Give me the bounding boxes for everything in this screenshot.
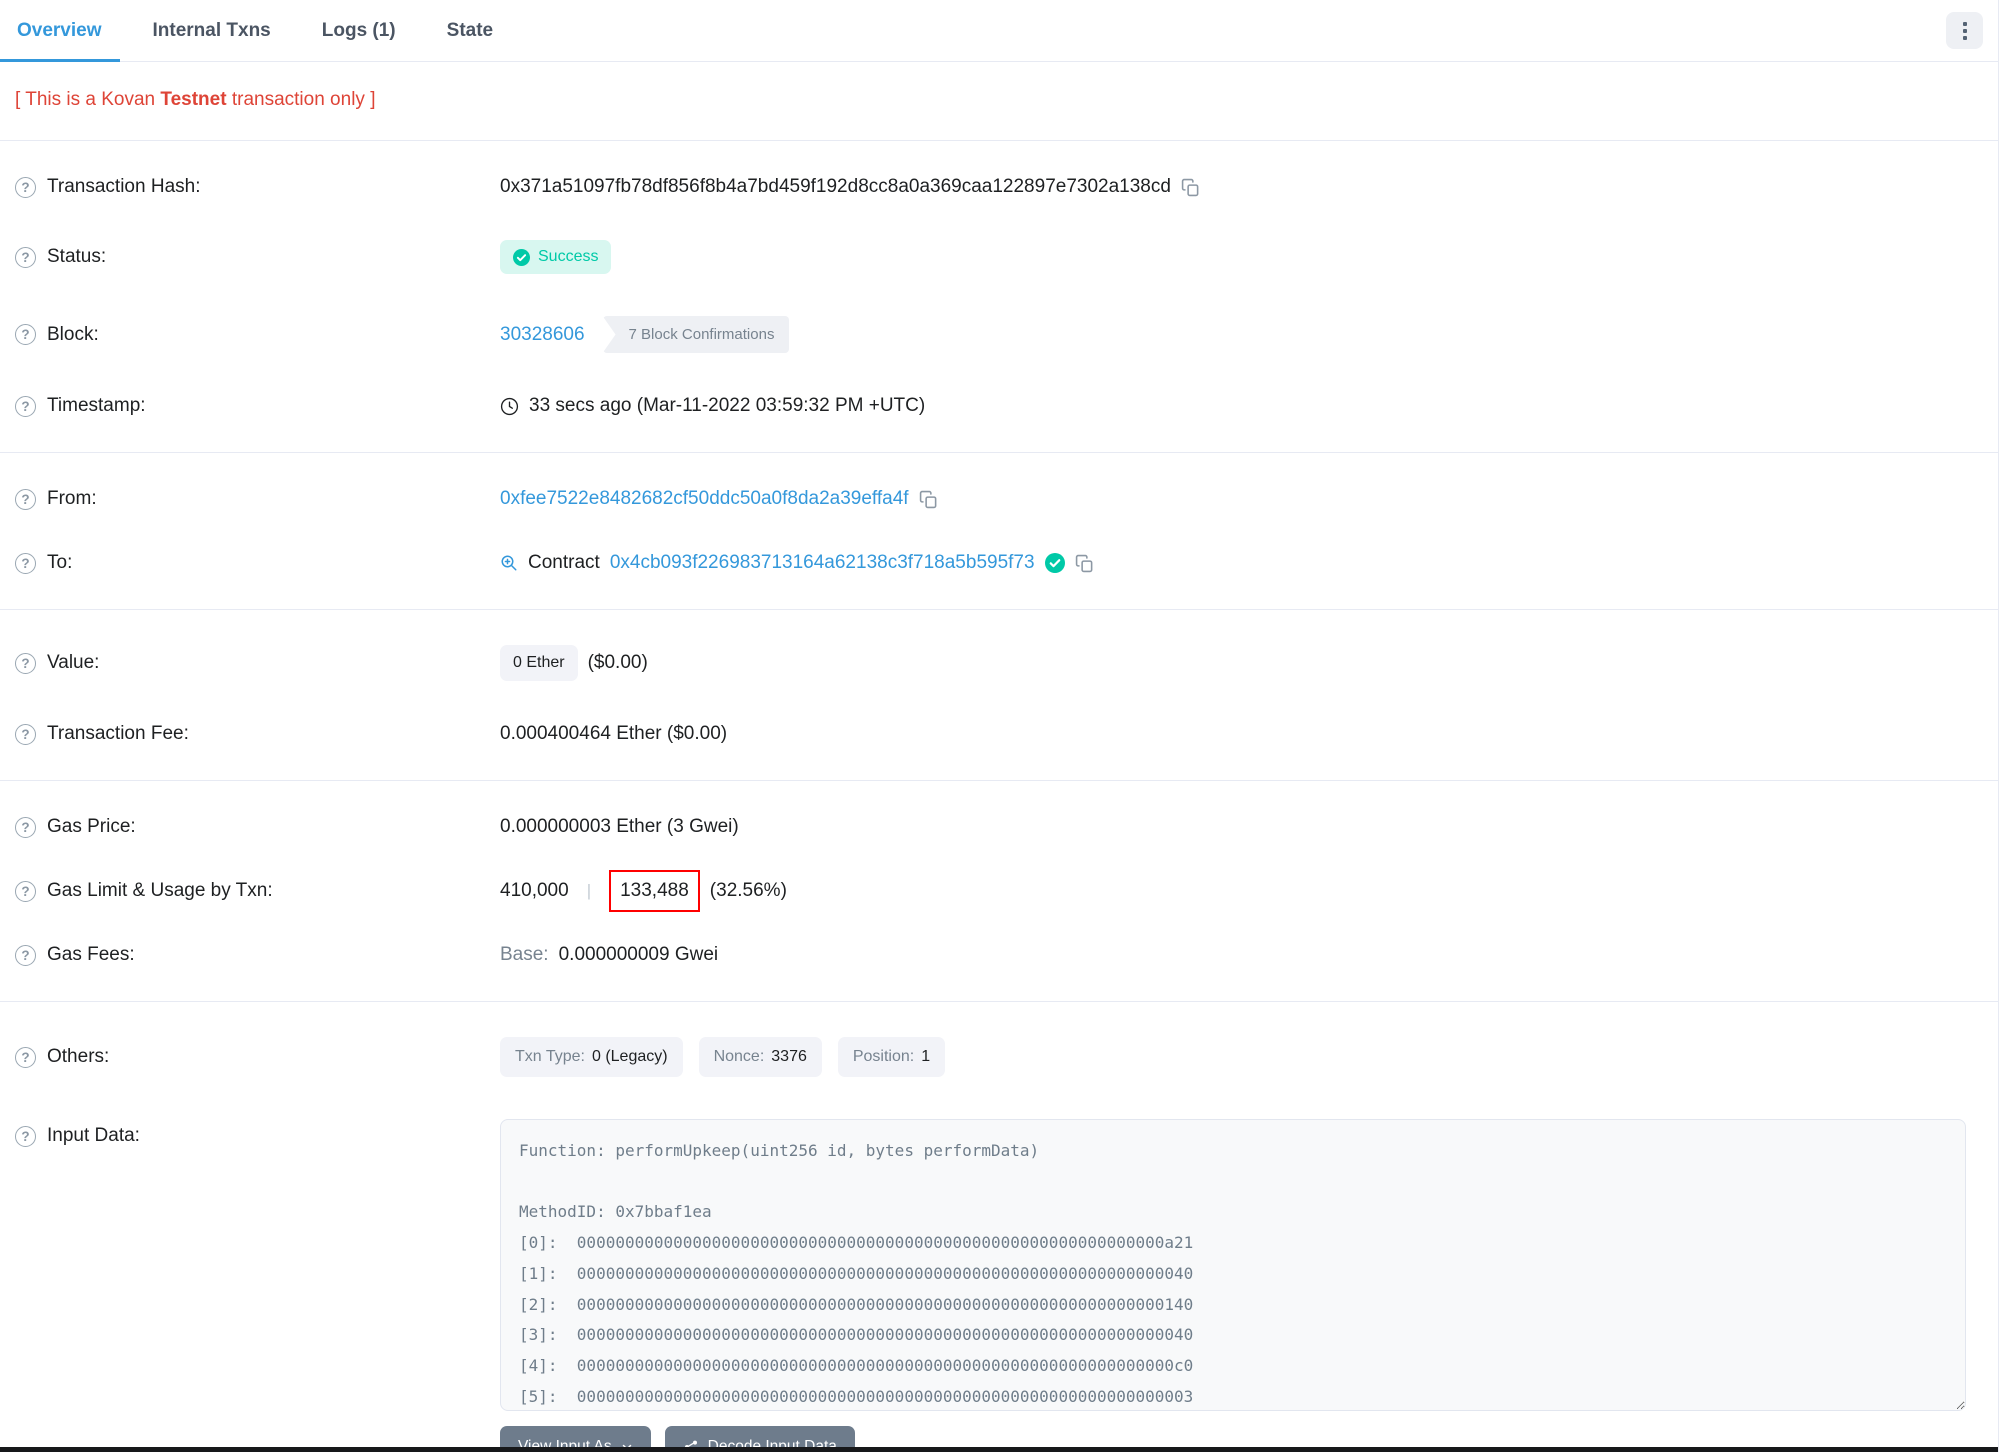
tab-logs[interactable]: Logs (1) — [320, 0, 398, 61]
gas-price-value: 0.000000003 Ether (3 Gwei) — [500, 816, 739, 837]
to-label: To: — [47, 552, 73, 573]
row-gas-fees: ? Gas Fees: Base: 0.000000009 Gwei — [15, 923, 1983, 987]
gas-separator: | — [586, 881, 592, 900]
row-block: ? Block: 30328606 7 Block Confirmations — [15, 295, 1983, 374]
kebab-icon — [1962, 35, 1967, 40]
help-icon[interactable]: ? — [15, 395, 36, 417]
to-address-link[interactable]: 0x4cb093f226983713164a62138c3f718a5b595f… — [610, 552, 1035, 574]
txn-type-badge: Txn Type: 0 (Legacy) — [500, 1037, 683, 1077]
row-timestamp: ? Timestamp: 33 secs ago (Mar-11-2022 03… — [15, 374, 1983, 438]
more-options-button[interactable] — [1946, 12, 1983, 49]
clock-icon — [500, 397, 519, 416]
ether-value-badge: 0 Ether — [500, 645, 578, 681]
base-fee-label: Base: — [500, 944, 549, 965]
usd-value: ($0.00) — [587, 652, 648, 673]
position-value: 1 — [921, 1048, 931, 1065]
copy-icon[interactable] — [1181, 178, 1200, 197]
row-to: ? To: Contract 0x4cb093f226983713164a621… — [15, 531, 1983, 595]
help-icon[interactable]: ? — [15, 723, 36, 745]
transaction-fee-label: Transaction Fee: — [47, 723, 189, 744]
input-data-textarea[interactable]: Function: performUpkeep(uint256 id, byte… — [500, 1119, 1966, 1411]
gas-fees-label: Gas Fees: — [47, 944, 135, 965]
gas-limit-label: Gas Limit & Usage by Txn: — [47, 880, 273, 901]
check-circle-icon — [513, 248, 530, 266]
block-confirmations-badge: 7 Block Confirmations — [602, 316, 790, 353]
help-icon[interactable]: ? — [15, 552, 36, 574]
section-others-input: ? Others: Txn Type: 0 (Legacy) Nonce: 33… — [0, 1002, 1998, 1452]
warning-text: [ This is a Kovan — [15, 89, 161, 110]
input-data-label: Input Data: — [47, 1125, 140, 1146]
transaction-fee-value: 0.000400464 Ether ($0.00) — [500, 723, 728, 744]
tab-overview[interactable]: Overview — [0, 0, 119, 62]
gas-used-annotation-box: 133,488 — [609, 870, 700, 912]
section-summary: ? Transaction Hash: 0x371a51097fb78df856… — [0, 141, 1998, 453]
nonce-label: Nonce: — [713, 1048, 765, 1065]
help-icon[interactable]: ? — [15, 816, 36, 838]
copy-icon[interactable] — [919, 490, 938, 509]
section-gas: ? Gas Price: 0.000000003 Ether (3 Gwei) … — [0, 781, 1998, 1002]
status-value: Success — [538, 248, 599, 265]
to-contract-prefix: Contract — [528, 552, 600, 573]
block-label: Block: — [47, 323, 99, 345]
verified-contract-icon — [1044, 553, 1065, 573]
from-label: From: — [47, 488, 97, 509]
row-gas-limit-usage: ? Gas Limit & Usage by Txn: 410,000 | 13… — [15, 859, 1983, 923]
row-input-data: ? Input Data: Function: performUpkeep(ui… — [15, 1098, 1983, 1452]
kebab-icon — [1962, 28, 1967, 33]
help-icon[interactable]: ? — [15, 488, 36, 510]
others-label: Others: — [47, 1046, 110, 1067]
help-icon[interactable]: ? — [15, 652, 36, 674]
help-icon[interactable]: ? — [15, 1046, 36, 1068]
row-transaction-fee: ? Transaction Fee: 0.000400464 Ether ($0… — [15, 702, 1983, 766]
nonce-value: 3376 — [771, 1048, 807, 1065]
row-value: ? Value: 0 Ether ($0.00) — [15, 624, 1983, 702]
help-icon[interactable]: ? — [15, 176, 36, 198]
zoom-in-icon[interactable] — [500, 554, 518, 572]
bottom-divider-bar — [0, 1447, 1998, 1452]
status-badge: Success — [500, 240, 612, 274]
copy-icon[interactable] — [1075, 554, 1094, 573]
warning-text: transaction only ] — [226, 89, 376, 110]
gas-used-value: 133,488 — [620, 880, 689, 901]
transaction-hash-value: 0x371a51097fb78df856f8b4a7bd459f192d8cc8… — [500, 176, 1171, 197]
row-transaction-hash: ? Transaction Hash: 0x371a51097fb78df856… — [15, 155, 1983, 219]
tab-state[interactable]: State — [445, 0, 495, 61]
transaction-overview-page: Overview Internal Txns Logs (1) State [ … — [0, 0, 1999, 1452]
help-icon[interactable]: ? — [15, 246, 36, 268]
value-label: Value: — [47, 652, 100, 673]
row-status: ? Status: Success — [15, 219, 1983, 295]
block-number-link[interactable]: 30328606 — [500, 324, 585, 346]
section-addresses: ? From: 0xfee7522e8482682cf50ddc50a0f8da… — [0, 453, 1998, 610]
section-value: ? Value: 0 Ether ($0.00) ? Transaction F… — [0, 610, 1998, 781]
row-gas-price: ? Gas Price: 0.000000003 Ether (3 Gwei) — [15, 795, 1983, 859]
txn-type-label: Txn Type: — [515, 1048, 585, 1065]
from-address-link[interactable]: 0xfee7522e8482682cf50ddc50a0f8da2a39effa… — [500, 488, 909, 510]
timestamp-value: 33 secs ago (Mar-11-2022 03:59:32 PM +UT… — [529, 395, 926, 416]
help-icon[interactable]: ? — [15, 944, 36, 966]
row-from: ? From: 0xfee7522e8482682cf50ddc50a0f8da… — [15, 467, 1983, 531]
base-fee-value: 0.000000009 Gwei — [558, 944, 719, 965]
position-label: Position: — [852, 1048, 915, 1065]
warning-bold: Testnet — [160, 89, 227, 110]
tab-bar: Overview Internal Txns Logs (1) State — [0, 0, 1998, 62]
help-icon[interactable]: ? — [15, 880, 36, 902]
timestamp-label: Timestamp: — [47, 395, 146, 416]
tabs: Overview Internal Txns Logs (1) State — [0, 0, 495, 62]
kebab-icon — [1962, 21, 1967, 26]
gas-used-percent: (32.56%) — [709, 880, 787, 901]
row-others: ? Others: Txn Type: 0 (Legacy) Nonce: 33… — [15, 1016, 1983, 1098]
status-label: Status: — [47, 246, 107, 267]
nonce-badge: Nonce: 3376 — [698, 1037, 822, 1077]
transaction-hash-label: Transaction Hash: — [47, 176, 201, 197]
gas-price-label: Gas Price: — [47, 816, 136, 837]
position-badge: Position: 1 — [837, 1037, 946, 1077]
tab-internal-txns[interactable]: Internal Txns — [151, 0, 273, 61]
testnet-warning: [ This is a Kovan Testnet transaction on… — [0, 62, 1998, 141]
help-icon[interactable]: ? — [15, 1125, 36, 1147]
txn-type-value: 0 (Legacy) — [591, 1048, 668, 1065]
gas-limit-value: 410,000 — [500, 880, 569, 901]
help-icon[interactable]: ? — [15, 324, 36, 345]
